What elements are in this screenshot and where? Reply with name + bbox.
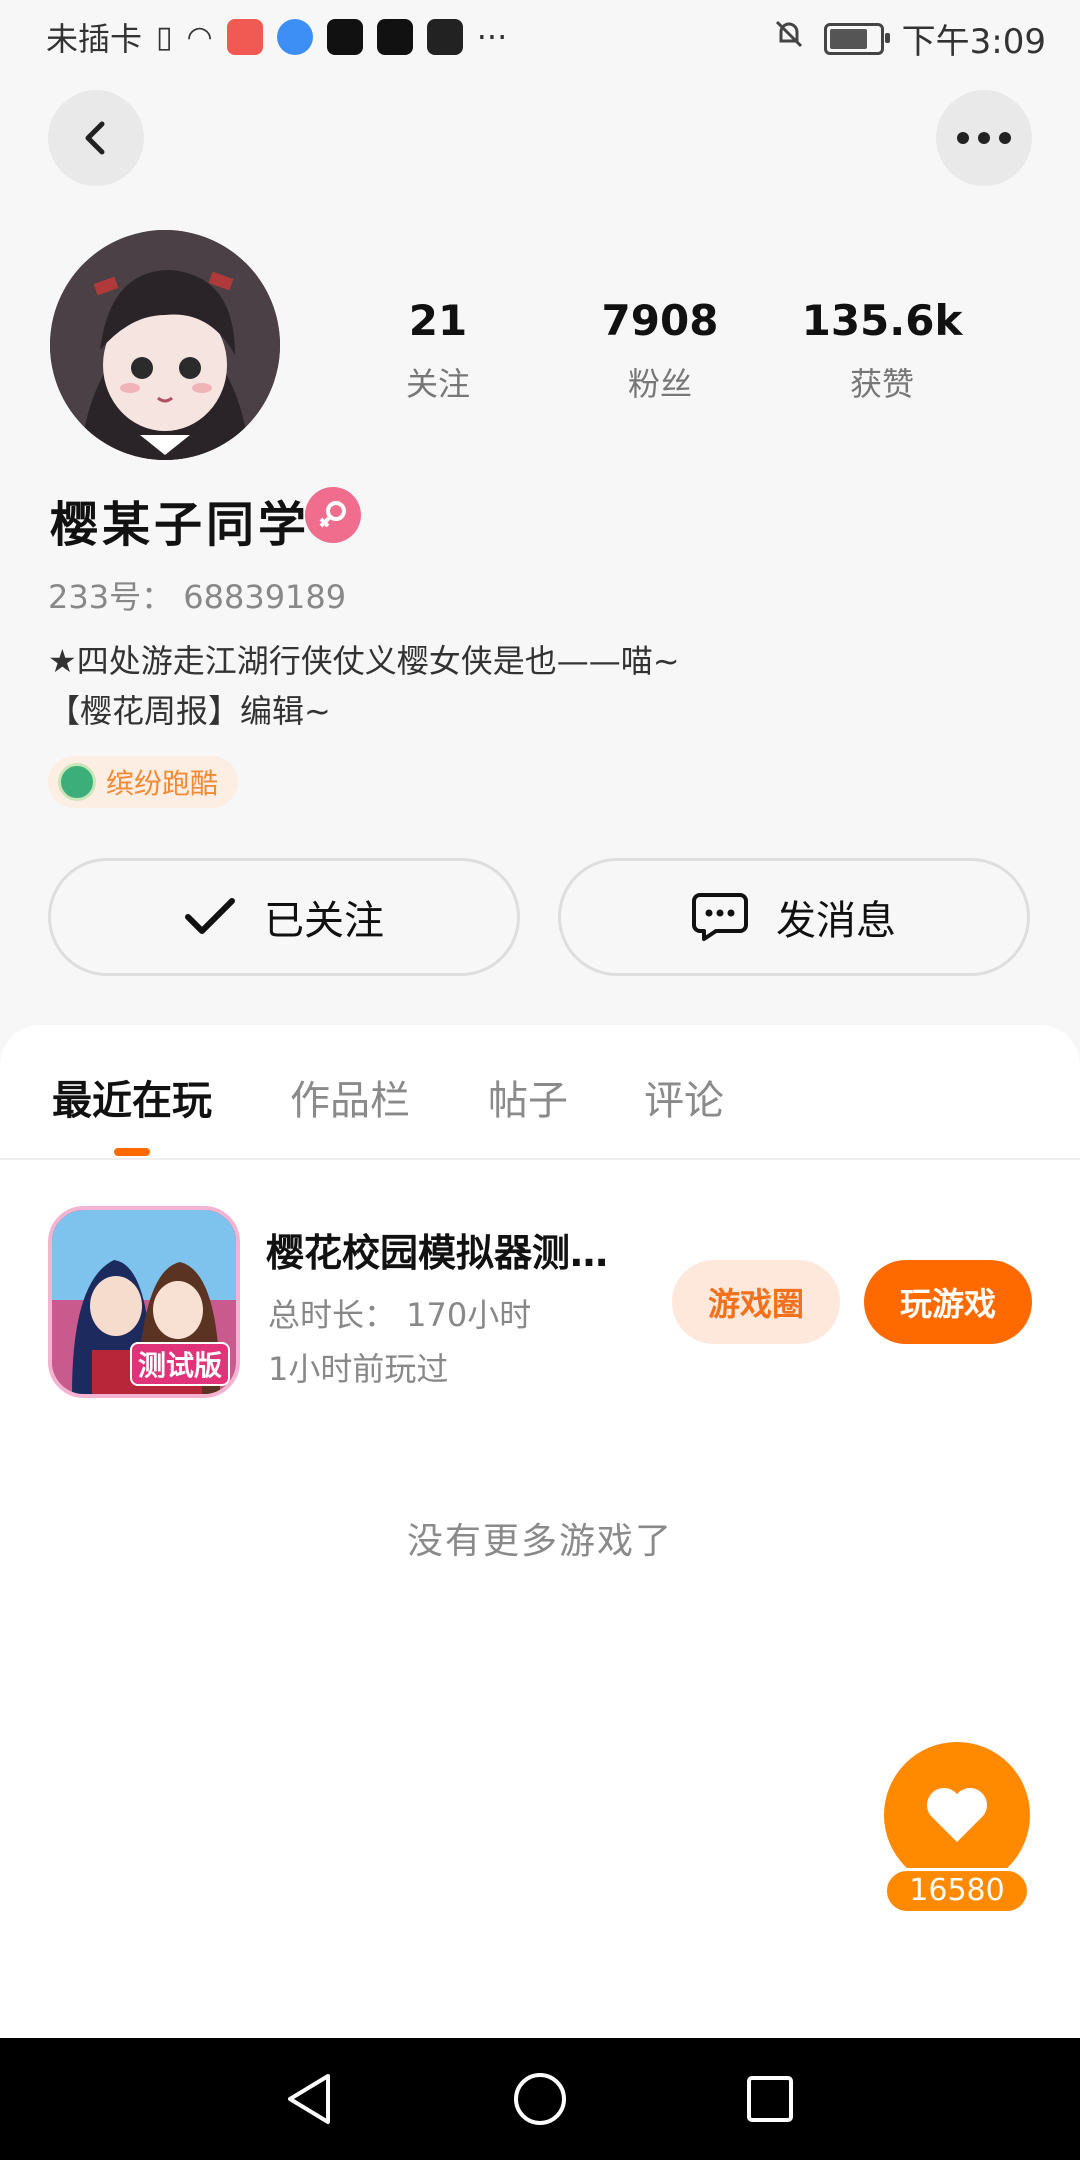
bio: ★四处游走江湖行侠仗义樱女侠是也——喵~ 【樱花周报】编辑~ [48,636,680,736]
avatar[interactable] [50,230,280,460]
system-nav-bar [0,2038,1080,2160]
mute-icon [772,17,806,60]
stat-fans[interactable]: 7908 粉丝 [560,296,760,405]
like-button[interactable] [884,1742,1030,1888]
heart-icon [926,1787,988,1842]
capcut-notification-icon [326,19,363,55]
more-notifications-icon: ··· [476,18,508,56]
chat-bubble-icon [692,893,748,941]
likes-count: 135.6k [801,296,963,345]
profile-name: 樱某子同学 [50,497,311,553]
wifi-icon: ◠ [186,19,213,55]
battery-icon [823,22,890,55]
message-button[interactable]: 发消息 [558,858,1030,976]
nav-recents-icon[interactable] [745,2074,795,2124]
likes-label: 获赞 [849,365,914,403]
sim-alert-icon: ▯ [156,19,173,55]
followed-button[interactable]: 已关注 [48,858,520,976]
tab-divider [0,1158,1080,1160]
game-tag[interactable]: 缤纷跑酷 [48,756,239,808]
game-last-played: 1小时前玩过 [268,1350,449,1388]
female-icon [305,487,361,543]
active-tab-indicator [114,1148,150,1156]
carrier-text: 未插卡 [46,20,143,58]
tab-recent-games[interactable]: 最近在玩 [52,1068,212,1126]
stat-likes[interactable]: 135.6k 获赞 [782,296,982,405]
like-count: 16580 [884,1868,1030,1914]
check-icon [185,898,235,934]
no-more-games-text: 没有更多游戏了 [406,1521,673,1562]
game-icon[interactable]: 测试版 [48,1206,240,1398]
tag-label: 缤纷跑酷 [106,767,219,800]
more-dots-icon [957,132,1011,144]
tiktok-notification-icon [376,19,413,55]
tag-badge-icon [58,763,96,801]
fans-count: 7908 [601,296,719,345]
game-notification-icon [426,19,463,55]
followed-label: 已关注 [264,898,384,944]
bio-line-2: 【樱花周报】编辑~ [48,692,331,730]
tab-works[interactable]: 作品栏 [290,1068,410,1126]
status-bar-right: 下午3:09 [772,14,1046,63]
game-circle-button[interactable]: 游戏圈 [672,1260,840,1344]
nav-home-icon[interactable] [513,2072,567,2126]
nav-back-icon[interactable] [284,2072,334,2126]
game-title[interactable]: 樱花校园模拟器测… [266,1222,646,1277]
status-bar-left: 未插卡 ▯ ◠ ··· [46,14,507,60]
app-notification-icon [226,19,263,55]
clock-text: 下午3:09 [901,22,1046,62]
browser-notification-icon [276,19,313,55]
test-version-badge: 测试版 [129,1342,230,1386]
tab-posts[interactable]: 帖子 [488,1068,568,1126]
fans-label: 粉丝 [627,365,692,403]
status-bar: 未插卡 ▯ ◠ ··· 下午3:09 [0,0,1080,75]
stat-following[interactable]: 21 关注 [338,296,538,405]
following-label: 关注 [405,365,470,403]
bio-line-1: ★四处游走江湖行侠仗义樱女侠是也——喵~ [48,642,680,680]
tab-comments[interactable]: 评论 [644,1068,724,1126]
following-count: 21 [408,296,468,345]
back-button[interactable] [48,90,144,186]
game-duration: 总时长： 170小时 [268,1296,532,1334]
chevron-left-icon [85,121,105,155]
more-button[interactable] [936,90,1032,186]
user-id: 233号： 68839189 [48,578,347,616]
play-game-button[interactable]: 玩游戏 [864,1260,1032,1344]
message-label: 发消息 [776,898,896,944]
